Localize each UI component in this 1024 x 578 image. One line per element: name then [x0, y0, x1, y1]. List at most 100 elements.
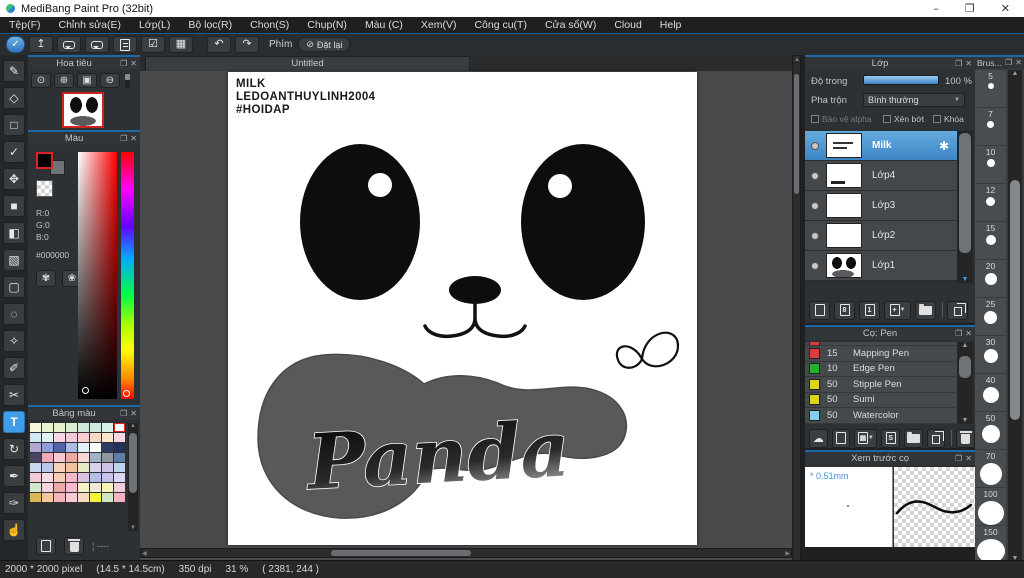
palette-swatch[interactable] [90, 463, 101, 472]
close-icon[interactable]: ✕ [130, 409, 137, 418]
transparent-color-swatch[interactable] [36, 180, 53, 197]
palette-swatch[interactable] [102, 483, 113, 492]
alpha-protect-checkbox[interactable]: Bảo vệ alpha [811, 114, 872, 124]
palette-swatch[interactable] [102, 433, 113, 442]
palette-swatch[interactable] [114, 443, 125, 452]
brush-row[interactable]: 10 Edge Pen [805, 362, 957, 377]
popout-icon[interactable]: ❐ [955, 59, 962, 68]
layer-visibility-dot[interactable] [811, 141, 819, 150]
brush-size-option[interactable]: 12 [975, 184, 1006, 222]
palette-swatch[interactable] [102, 423, 113, 432]
delete-brush-button[interactable] [956, 428, 975, 448]
popout-icon[interactable]: ❐ [120, 134, 127, 143]
brush-tool[interactable]: ✎ [3, 60, 25, 82]
close-icon[interactable]: ✕ [130, 59, 137, 68]
eraser-tool[interactable]: ◇ [3, 87, 25, 109]
palette-swatch[interactable] [90, 473, 101, 482]
palette-swatch[interactable] [90, 423, 101, 432]
zoom-in-button[interactable]: ⊕ [54, 73, 74, 88]
brush-size-option[interactable]: 20 [975, 260, 1006, 298]
publish-button[interactable]: ↥ [29, 36, 53, 53]
close-icon[interactable]: ✕ [130, 134, 137, 143]
palette-swatch[interactable] [42, 493, 53, 502]
delete-palette-button[interactable] [64, 537, 84, 555]
popout-icon[interactable]: ❐ [120, 59, 127, 68]
close-icon[interactable]: ✕ [1015, 59, 1022, 67]
navigator-preview[interactable] [62, 92, 104, 128]
add-bitmap-brush-button[interactable]: ▦ ▼ [854, 428, 878, 448]
palette-swatch[interactable] [90, 493, 101, 502]
menu-item[interactable]: Chọn(S) [241, 17, 298, 33]
layer-visibility-dot[interactable] [811, 261, 819, 270]
palette-swatch[interactable] [30, 493, 41, 502]
palette-swatch[interactable] [42, 433, 53, 442]
menu-item[interactable]: Công cụ(T) [465, 17, 536, 33]
polyline-tool[interactable]: ✓ [3, 141, 25, 163]
select-tool[interactable]: ▢ [3, 276, 25, 298]
brush-size-option[interactable]: 40 [975, 374, 1006, 412]
palette-swatch[interactable] [114, 473, 125, 482]
palette-swatch[interactable] [102, 453, 113, 462]
menu-item[interactable]: Bộ lọc(R) [179, 17, 241, 33]
palette-swatch[interactable] [30, 483, 41, 492]
zoom-slider[interactable] [125, 73, 130, 88]
brush-sizes-scrollbar[interactable]: ▲ ▼ [1008, 70, 1022, 562]
palette-swatch[interactable] [102, 463, 113, 472]
text-tool[interactable]: T [3, 411, 25, 433]
hand-tool[interactable]: ☝ [3, 519, 25, 541]
duplicate-layer-button[interactable] [947, 300, 968, 320]
select-pen-tool[interactable]: ✐ [3, 357, 25, 379]
hue-slider[interactable] [121, 152, 134, 399]
palette-swatch[interactable] [66, 423, 77, 432]
document-button[interactable] [113, 36, 137, 53]
blend-mode-dropdown[interactable]: Bình thường ▼ [863, 93, 965, 107]
magic-wand-tool[interactable]: ✧ [3, 330, 25, 352]
brush-row[interactable]: 50 Watercolor [805, 408, 957, 424]
palette-swatch[interactable] [42, 463, 53, 472]
palette-swatch[interactable] [30, 433, 41, 442]
palette-swatch[interactable] [30, 463, 41, 472]
palette-swatch[interactable] [54, 423, 65, 432]
palette-swatch[interactable] [54, 433, 65, 442]
layer-visibility-dot[interactable] [811, 171, 819, 180]
add-layer-button[interactable] [809, 300, 830, 320]
gear-icon[interactable]: ✱ [939, 139, 949, 153]
brush-size-option[interactable]: 70 [975, 450, 1006, 488]
lock-checkbox[interactable]: Khóa [933, 114, 964, 124]
brush-size-option[interactable]: 50 [975, 412, 1006, 450]
zoom-out-button[interactable]: ⊖ [100, 73, 120, 88]
color-wheel-button[interactable]: ✾ [36, 270, 56, 287]
lasso-tool[interactable]: ◌ [3, 303, 25, 325]
palette-swatch[interactable] [114, 423, 125, 432]
close-icon[interactable]: ✕ [965, 454, 972, 463]
menu-item[interactable]: Help [651, 17, 691, 33]
foreground-color-swatch[interactable] [36, 152, 53, 169]
layer-row[interactable]: Lớp2 ✱ [805, 221, 957, 251]
gradient-tool[interactable]: ▧ [3, 249, 25, 271]
undo-button[interactable]: ↶ [207, 36, 231, 53]
add-script-brush-button[interactable]: S [881, 428, 901, 448]
brush-size-option[interactable]: 7 [975, 108, 1006, 146]
zoom-100-button[interactable]: ⊙ [31, 73, 51, 88]
zoom-fit-button[interactable]: ▣ [77, 73, 97, 88]
menu-item[interactable]: Chụp(N) [298, 17, 356, 33]
palette-swatch[interactable] [42, 443, 53, 452]
layer-row[interactable]: Lớp3 ✱ [805, 191, 957, 221]
menu-item[interactable]: Chỉnh sửa(E) [50, 17, 130, 33]
add-8bit-layer-button[interactable]: 8 [834, 300, 855, 320]
add-brush-button[interactable] [831, 428, 851, 448]
palette-swatch[interactable] [42, 423, 53, 432]
palette-swatch[interactable] [42, 453, 53, 462]
menu-item[interactable]: Tệp(F) [0, 17, 50, 33]
close-icon[interactable]: ✕ [965, 329, 972, 338]
menu-item[interactable]: Màu (C) [356, 17, 412, 33]
palette-swatch[interactable] [90, 453, 101, 462]
palette-swatch[interactable] [54, 473, 65, 482]
brush-size-option[interactable]: 25 [975, 298, 1006, 336]
fill-rect-tool[interactable]: ■ [3, 195, 25, 217]
shape-brush-tool[interactable]: □ [3, 114, 25, 136]
layer-row[interactable]: Milk ✱ [805, 131, 957, 161]
cloud-sync-button[interactable]: ✓ [6, 36, 25, 53]
palette-swatch[interactable] [114, 453, 125, 462]
add-1bit-layer-button[interactable]: 1 [859, 300, 880, 320]
